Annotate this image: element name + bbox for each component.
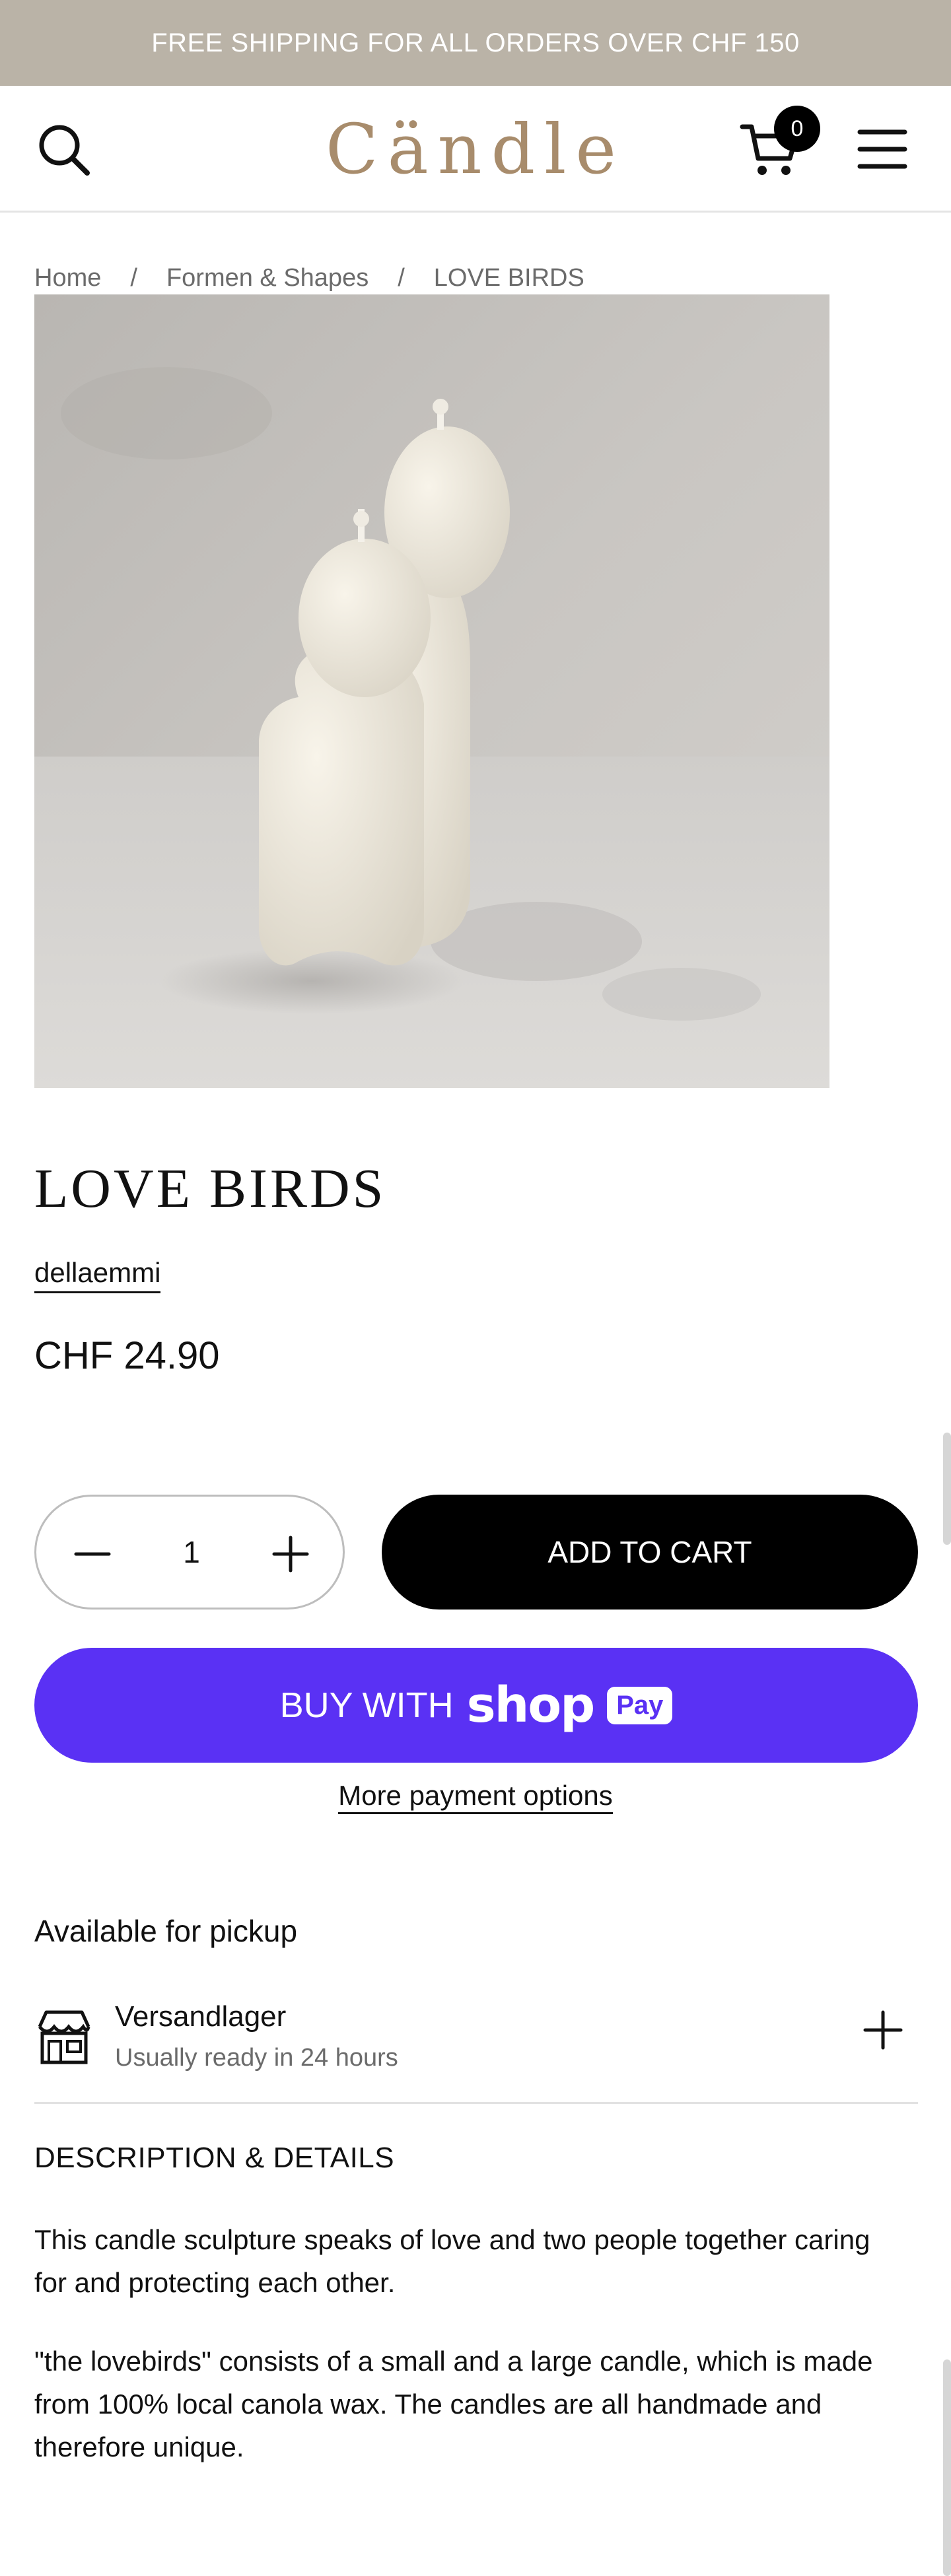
- quantity-stepper: 1: [34, 1495, 345, 1610]
- store-icon: [38, 2010, 90, 2064]
- expand-plus-icon[interactable]: [861, 2008, 905, 2052]
- pickup-availability-title: Available for pickup: [34, 1914, 298, 1948]
- breadcrumb-separator: /: [130, 264, 137, 292]
- announcement-bar: FREE SHIPPING FOR ALL ORDERS OVER CHF 15…: [0, 0, 951, 86]
- product-vendor-link[interactable]: dellaemmi: [34, 1257, 161, 1293]
- menu-icon[interactable]: [856, 124, 909, 174]
- product-title: LOVE BIRDS: [34, 1158, 386, 1219]
- pay-badge: Pay: [607, 1686, 673, 1724]
- breadcrumb-separator: /: [398, 264, 405, 292]
- search-icon[interactable]: [34, 120, 92, 178]
- divider: [34, 2102, 918, 2104]
- product-price: CHF 24.90: [34, 1334, 220, 1377]
- announcement-text: FREE SHIPPING FOR ALL ORDERS OVER CHF 15…: [151, 28, 800, 57]
- product-image[interactable]: [34, 294, 829, 1088]
- pickup-ready-note: Usually ready in 24 hours: [115, 2044, 398, 2072]
- breadcrumb-collection[interactable]: Formen & Shapes: [166, 264, 369, 292]
- plus-icon[interactable]: [267, 1531, 314, 1577]
- scrollbar-thumb[interactable]: [943, 2359, 951, 2576]
- description-paragraph: "the lovebirds" consists of a small and …: [34, 2346, 873, 2462]
- shop-pay-button[interactable]: BUY WITH shop Pay: [34, 1648, 918, 1763]
- scrollbar-thumb[interactable]: [943, 1433, 951, 1545]
- add-to-cart-button[interactable]: ADD TO CART: [382, 1495, 918, 1610]
- description-paragraph: This candle sculpture speaks of love and…: [34, 2224, 870, 2298]
- breadcrumb: Home / Formen & Shapes / LOVE BIRDS: [34, 264, 584, 292]
- site-header: Cändle 0: [0, 86, 951, 213]
- minus-icon[interactable]: [69, 1531, 116, 1577]
- store-logo[interactable]: Cändle: [304, 110, 647, 189]
- pickup-location-name: Versandlager: [115, 2000, 287, 2033]
- breadcrumb-home[interactable]: Home: [34, 264, 101, 292]
- description-heading[interactable]: DESCRIPTION & DETAILS: [34, 2142, 394, 2175]
- more-payment-options-link[interactable]: More payment options: [338, 1780, 613, 1814]
- quantity-input[interactable]: 1: [149, 1497, 234, 1608]
- breadcrumb-current: LOVE BIRDS: [433, 264, 584, 292]
- cart-count-badge[interactable]: 0: [774, 106, 820, 152]
- shop-pay-prefix: BUY WITH: [279, 1685, 454, 1725]
- shop-wordmark: shop: [466, 1677, 596, 1734]
- more-payment-options: More payment options: [0, 1780, 951, 1814]
